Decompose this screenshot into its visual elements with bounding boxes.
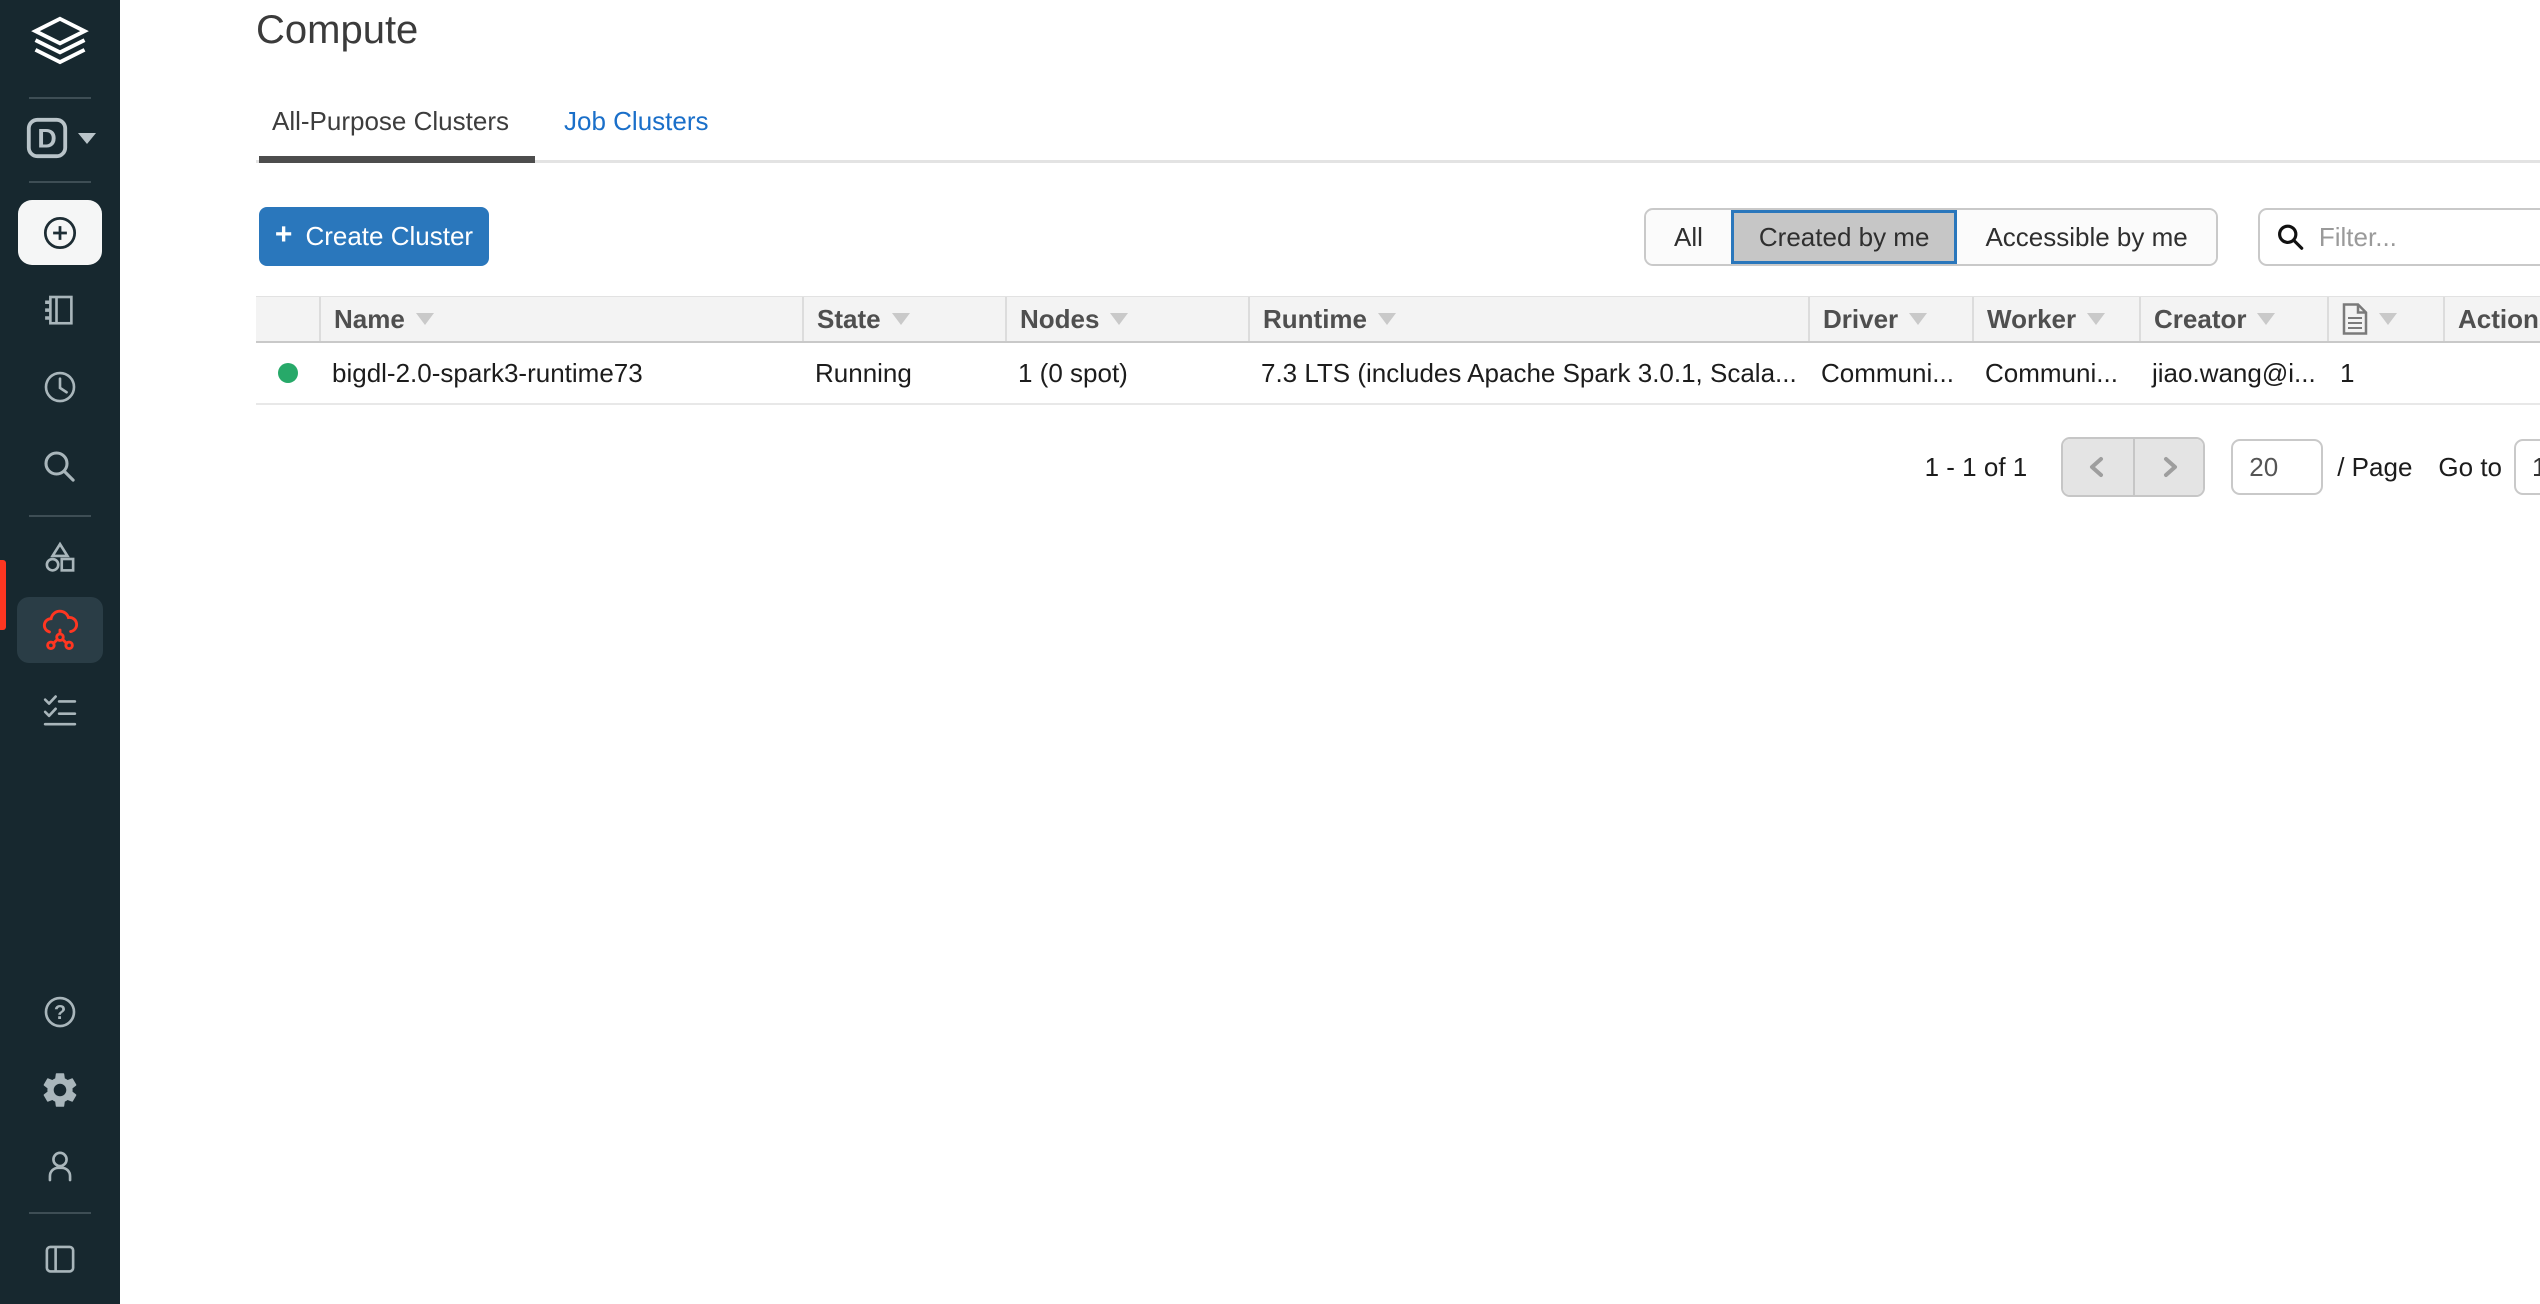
cluster-actions-cell [2443, 343, 2540, 403]
column-state[interactable]: State [802, 297, 1005, 341]
clusters-table: Name State Nodes Runtime Driver [256, 296, 2540, 405]
tabs-divider-line [256, 160, 2540, 163]
sidebar-item-create[interactable] [18, 200, 102, 265]
sort-caret-icon [892, 313, 910, 325]
sort-caret-icon [1110, 313, 1128, 325]
per-page-label: / Page [2337, 452, 2412, 483]
cluster-creator-cell: jiao.wang@i... [2139, 343, 2327, 403]
filter-created-by-me-button[interactable]: Created by me [1731, 210, 1958, 264]
sidebar-item-account[interactable] [36, 1142, 84, 1190]
compute-page: D [0, 0, 2540, 1304]
cluster-notebooks-cell: 1 [2327, 343, 2443, 403]
previous-page-button[interactable] [2063, 439, 2133, 495]
sort-caret-icon [1378, 313, 1396, 325]
panel-toggle-icon [39, 1239, 81, 1281]
help-icon: ? [39, 991, 81, 1033]
column-driver[interactable]: Driver [1808, 297, 1972, 341]
sidebar-item-workspace[interactable] [36, 287, 84, 335]
cluster-driver-cell: Communi... [1808, 343, 1972, 403]
search-icon [39, 446, 81, 488]
filter-input[interactable] [2319, 222, 2540, 253]
sort-caret-icon [2379, 313, 2397, 325]
sidebar-item-jobs[interactable] [36, 687, 84, 735]
document-icon [2342, 303, 2368, 335]
sidebar-item-settings[interactable] [36, 1066, 84, 1114]
sidebar-item-recents[interactable] [36, 363, 84, 411]
tab-all-purpose-clusters[interactable]: All-Purpose Clusters [272, 106, 509, 137]
page-title: Compute [256, 8, 418, 53]
sidebar-item-compute[interactable] [17, 597, 103, 663]
sort-caret-icon [2257, 313, 2275, 325]
workspace-initial: D [37, 124, 56, 154]
plus-icon: + [275, 220, 293, 253]
column-runtime[interactable]: Runtime [1248, 297, 1808, 341]
create-cluster-label: Create Cluster [305, 221, 473, 252]
next-page-button[interactable] [2133, 439, 2203, 495]
column-status [256, 297, 319, 341]
page-size-input[interactable] [2231, 439, 2323, 495]
models-shapes-icon [39, 538, 81, 580]
search-icon [2276, 221, 2305, 253]
column-notebooks[interactable] [2327, 297, 2443, 341]
databricks-logo-icon[interactable] [28, 12, 92, 76]
column-name[interactable]: Name [319, 297, 802, 341]
column-worker[interactable]: Worker [1972, 297, 2139, 341]
column-creator[interactable]: Creator [2139, 297, 2327, 341]
pagination-nav [2061, 437, 2205, 497]
workspace-selector[interactable]: D [24, 115, 96, 161]
goto-page-input[interactable] [2514, 439, 2540, 495]
cluster-status-cell [256, 343, 319, 403]
jobs-checklist-icon [39, 690, 81, 732]
create-cluster-button[interactable]: + Create Cluster [259, 207, 489, 266]
sidebar-divider [29, 97, 91, 99]
caret-down-icon [78, 133, 96, 144]
chevron-right-icon [2155, 453, 2183, 481]
svg-text:?: ? [54, 1002, 66, 1024]
running-status-icon [278, 363, 298, 383]
chevron-left-icon [2084, 453, 2112, 481]
main-content: Compute All-Purpose Clusters Job Cluster… [120, 0, 2540, 1304]
clock-icon [39, 366, 81, 408]
column-nodes[interactable]: Nodes [1005, 297, 1248, 341]
user-icon [39, 1145, 81, 1187]
cluster-nodes-cell: 1 (0 spot) [1005, 343, 1248, 403]
table-row[interactable]: bigdl-2.0-spark3-runtime73 Running 1 (0 … [256, 343, 2540, 405]
filter-accessible-by-me-button[interactable]: Accessible by me [1957, 210, 2215, 264]
cluster-name-cell[interactable]: bigdl-2.0-spark3-runtime73 [319, 343, 802, 403]
workspace-icon [39, 290, 81, 332]
table-header-row: Name State Nodes Runtime Driver [256, 296, 2540, 343]
sort-caret-icon [2087, 313, 2105, 325]
sidebar-item-models[interactable] [36, 535, 84, 583]
gear-icon [39, 1069, 81, 1111]
sidebar-item-search[interactable] [36, 443, 84, 491]
sort-caret-icon [416, 313, 434, 325]
goto-label: Go to [2438, 452, 2502, 483]
sidebar: D [0, 0, 120, 1304]
cluster-filter-group: All Created by me Accessible by me [1644, 208, 2218, 266]
active-tab-underline [259, 156, 535, 163]
plus-circle-icon [38, 211, 82, 255]
tab-job-clusters[interactable]: Job Clusters [564, 106, 709, 137]
sidebar-collapse-button[interactable] [36, 1236, 84, 1284]
clusters-icon [37, 607, 83, 653]
sort-caret-icon [1909, 313, 1927, 325]
pagination: 1 - 1 of 1 / Page Go to [256, 437, 2540, 497]
cluster-runtime-cell: 7.3 LTS (includes Apache Spark 3.0.1, Sc… [1248, 343, 1808, 403]
sidebar-item-help[interactable]: ? [36, 988, 84, 1036]
sidebar-divider [29, 181, 91, 183]
sidebar-divider [29, 515, 91, 517]
column-actions: Actions [2443, 297, 2540, 341]
cluster-worker-cell: Communi... [1972, 343, 2139, 403]
filter-search-box [2258, 208, 2540, 266]
filter-all-button[interactable]: All [1646, 210, 1731, 264]
cluster-state-cell: Running [802, 343, 1005, 403]
active-item-indicator [0, 560, 6, 630]
pagination-range: 1 - 1 of 1 [1925, 452, 2028, 483]
sidebar-divider [29, 1212, 91, 1214]
